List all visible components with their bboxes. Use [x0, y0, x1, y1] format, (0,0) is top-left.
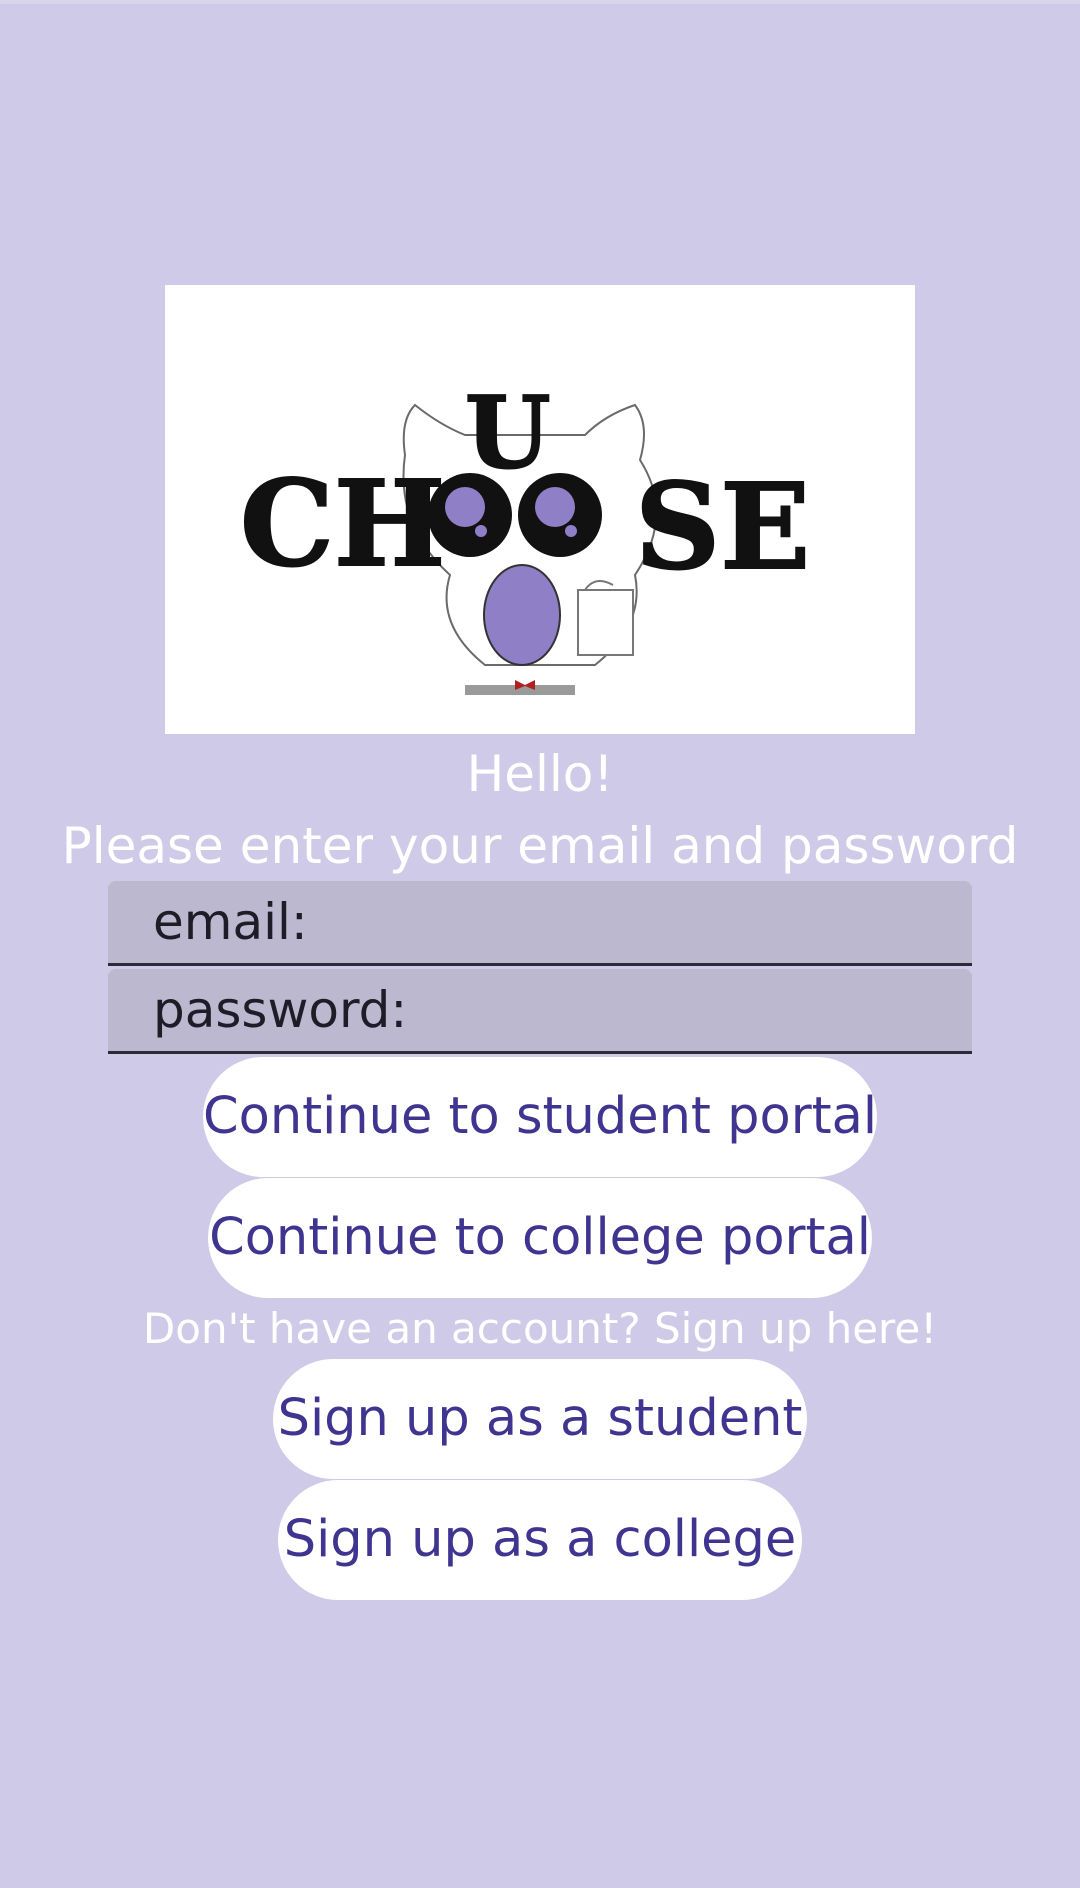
logo-letter-top: U	[465, 376, 550, 491]
password-field[interactable]	[108, 969, 972, 1054]
signup-student-button[interactable]: Sign up as a student	[273, 1359, 807, 1479]
logo-letters-right: SE	[635, 457, 810, 596]
password-input[interactable]	[153, 969, 953, 1051]
college-portal-button[interactable]: Continue to college portal	[208, 1178, 872, 1298]
logo-letters-left: CH	[240, 454, 445, 593]
student-portal-button[interactable]: Continue to student portal	[203, 1057, 877, 1177]
app-logo: CH SE U	[165, 285, 915, 734]
status-bar	[0, 0, 1080, 4]
signup-prompt: Don't have an account? Sign up here!	[142, 1304, 938, 1353]
login-instruction: Please enter your email and password	[61, 817, 1019, 875]
email-field[interactable]	[108, 881, 972, 966]
email-input[interactable]	[153, 881, 953, 963]
greeting-text: Hello!	[466, 745, 614, 803]
signup-college-button[interactable]: Sign up as a college	[278, 1480, 802, 1600]
